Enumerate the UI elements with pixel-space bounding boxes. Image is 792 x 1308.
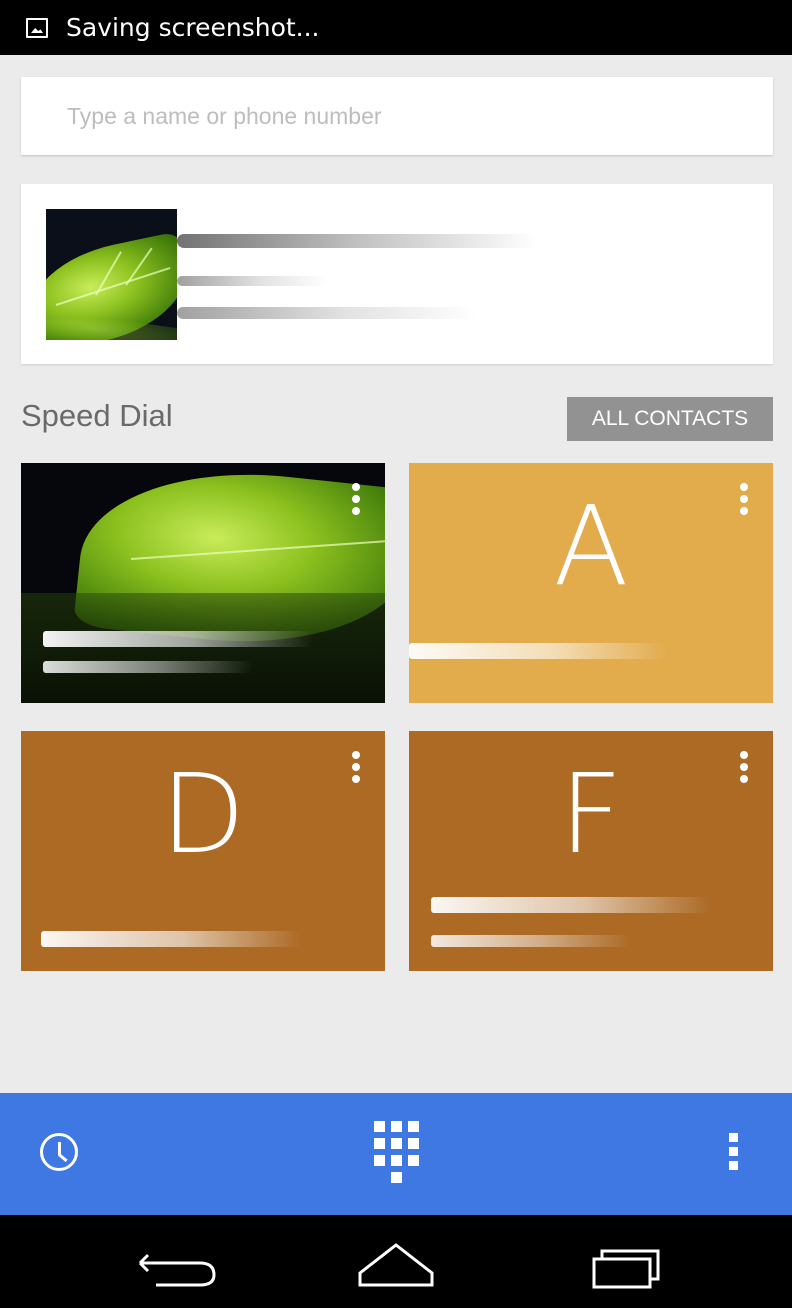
contact-number-blurred — [177, 307, 477, 319]
tile-letter: D — [160, 750, 246, 878]
bottom-action-bar — [0, 1093, 792, 1215]
status-text: Saving screenshot... — [66, 13, 320, 42]
contact-name-blurred — [177, 234, 537, 248]
tile-name-blurred — [409, 643, 669, 659]
navigation-bar — [0, 1215, 792, 1308]
home-icon[interactable] — [336, 1215, 456, 1308]
speed-dial-tile-a[interactable]: A — [409, 463, 773, 703]
contact-label-blurred — [177, 276, 327, 286]
screenshot-icon — [26, 18, 48, 38]
search-card[interactable] — [21, 77, 773, 155]
tile-menu-icon[interactable] — [737, 483, 751, 523]
recent-apps-icon[interactable] — [574, 1215, 694, 1308]
tile-name-blurred — [431, 897, 711, 913]
tile-menu-icon[interactable] — [349, 751, 363, 791]
dialpad-icon[interactable] — [374, 1121, 420, 1183]
all-contacts-button[interactable]: ALL CONTACTS — [567, 397, 773, 441]
tile-name-blurred — [43, 631, 313, 647]
tile-label-blurred — [43, 661, 253, 673]
search-input[interactable] — [67, 77, 747, 155]
tile-menu-icon[interactable] — [737, 751, 751, 791]
tile-name-blurred — [41, 931, 301, 947]
speed-dial-tile-f[interactable]: F — [409, 731, 773, 971]
tile-menu-icon[interactable] — [349, 483, 363, 523]
speed-dial-title: Speed Dial — [21, 398, 173, 433]
contact-photo — [46, 209, 177, 340]
speed-dial-tile-photo[interactable] — [21, 463, 385, 703]
overflow-menu-icon[interactable] — [727, 1133, 739, 1173]
back-icon[interactable] — [110, 1215, 230, 1308]
favorite-contact-card[interactable] — [21, 184, 773, 364]
speed-dial-tile-d[interactable]: D — [21, 731, 385, 971]
tile-letter: F — [559, 750, 623, 878]
status-bar: Saving screenshot... — [0, 0, 792, 55]
tile-letter: A — [553, 482, 629, 610]
tile-label-blurred — [431, 935, 631, 947]
clock-icon[interactable] — [40, 1133, 78, 1171]
